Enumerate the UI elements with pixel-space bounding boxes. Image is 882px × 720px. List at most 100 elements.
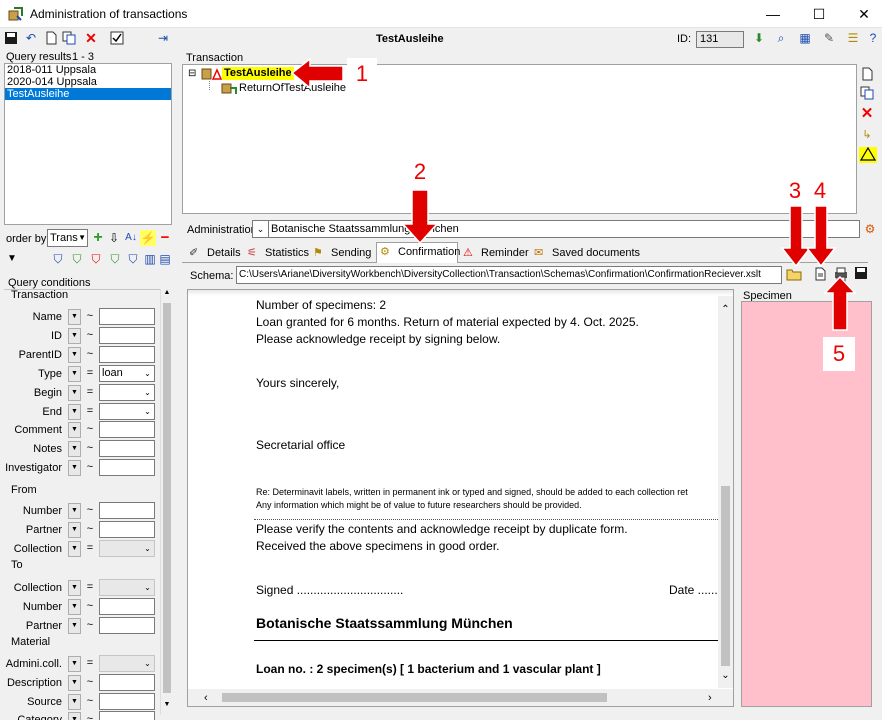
condition-operator-dropdown-from-collection[interactable]: ▼: [68, 541, 81, 557]
condition-operator-dropdown-from-partner[interactable]: ▼: [68, 522, 81, 538]
condition-operator-dropdown-begin[interactable]: ▼: [68, 385, 81, 401]
condition-operator-dropdown-description[interactable]: ▼: [68, 675, 81, 691]
warning-icon[interactable]: [859, 146, 877, 163]
hierarchy-icon[interactable]: ☰: [846, 31, 860, 45]
scroll-down-icon[interactable]: ▼: [161, 701, 173, 713]
tree-node-root[interactable]: TestAusleihe: [222, 67, 294, 80]
link-icon[interactable]: ⚙: [862, 221, 878, 237]
filter-remove-icon[interactable]: ⛉: [88, 251, 104, 267]
condition-input-notes[interactable]: [99, 440, 155, 457]
maximize-button[interactable]: ☐: [804, 4, 834, 24]
administration-field[interactable]: Botanische Staatssammlung München: [268, 220, 860, 238]
filter-down-icon[interactable]: ⇩: [106, 230, 122, 246]
transaction-tree[interactable]: ⊟ TestAusleihe ReturnOfTestAusleihe: [182, 64, 857, 214]
chevron-down-icon[interactable]: ⌄: [142, 541, 153, 556]
condition-operator-dropdown-category[interactable]: ▼: [68, 712, 81, 720]
condition-input-end[interactable]: ⌄: [99, 403, 155, 420]
copy-transaction-icon[interactable]: [859, 86, 875, 102]
help-icon[interactable]: ?: [866, 31, 880, 45]
scrollbar-thumb[interactable]: [222, 693, 607, 702]
new-document-icon[interactable]: [44, 31, 58, 45]
condition-input-comment[interactable]: [99, 421, 155, 438]
condition-input-to-partner[interactable]: [99, 617, 155, 634]
scrollbar-thumb[interactable]: [721, 486, 730, 666]
checkbox-icon[interactable]: [110, 31, 124, 45]
list-item[interactable]: 2020-014 Uppsala: [5, 76, 171, 88]
edit-icon[interactable]: ✎: [822, 31, 836, 45]
condition-input-parentid[interactable]: [99, 346, 155, 363]
remove-condition-icon[interactable]: −: [157, 230, 173, 246]
condition-operator-dropdown-type[interactable]: ▼: [68, 366, 81, 382]
columns-icon[interactable]: ▥: [142, 251, 158, 267]
schema-path-field[interactable]: C:\Users\Ariane\DiversityWorkbench\Diver…: [236, 266, 782, 284]
order-by-select[interactable]: Trans ▼: [47, 229, 88, 247]
condition-input-investigator[interactable]: [99, 459, 155, 476]
chevron-left-icon[interactable]: ‹: [204, 692, 208, 704]
condition-operator-dropdown-source[interactable]: ▼: [68, 694, 81, 710]
delete-transaction-icon[interactable]: ✕: [859, 106, 875, 122]
condition-operator-dropdown-comment[interactable]: ▼: [68, 422, 81, 438]
list-item[interactable]: TestAusleihe: [5, 88, 171, 100]
filter-add-icon[interactable]: ⛉: [69, 251, 85, 267]
add-condition-icon[interactable]: +: [90, 230, 106, 246]
save-document-icon[interactable]: [853, 266, 869, 282]
sort-az-icon[interactable]: A↓: [123, 230, 139, 246]
filter-next-icon[interactable]: ⛉: [125, 251, 141, 267]
download-icon[interactable]: ⬇: [752, 31, 766, 45]
condition-input-description[interactable]: [99, 674, 155, 691]
chevron-down-icon[interactable]: ⌄: [718, 670, 733, 684]
condition-operator-dropdown-from-number[interactable]: ▼: [68, 503, 81, 519]
condition-input-from-partner[interactable]: [99, 521, 155, 538]
save-icon[interactable]: [4, 31, 18, 45]
tree-node-child[interactable]: ReturnOfTestAusleihe: [239, 82, 346, 94]
import-icon[interactable]: ⇥: [156, 31, 170, 45]
chevron-down-icon[interactable]: ⌄: [142, 580, 153, 595]
runner-icon[interactable]: ⚡: [140, 230, 156, 246]
table-icon[interactable]: ▦: [798, 31, 812, 45]
filter-icon[interactable]: ⛉: [50, 251, 66, 267]
chevron-down-icon[interactable]: ⌄: [142, 366, 153, 381]
condition-operator-dropdown-name[interactable]: ▼: [68, 309, 81, 325]
condition-input-source[interactable]: [99, 693, 155, 710]
close-button[interactable]: ✕: [849, 4, 879, 24]
condition-operator-dropdown-notes[interactable]: ▼: [68, 441, 81, 457]
filter-forward-icon[interactable]: ⛉: [107, 251, 123, 267]
condition-input-begin[interactable]: ⌄: [99, 384, 155, 401]
condition-operator-dropdown-investigator[interactable]: ▼: [68, 460, 81, 476]
scrollbar-thumb[interactable]: [163, 303, 171, 693]
condition-operator-dropdown-to-partner[interactable]: ▼: [68, 618, 81, 634]
condition-operator-dropdown-to-number[interactable]: ▼: [68, 599, 81, 615]
condition-input-to-number[interactable]: [99, 598, 155, 615]
tab-details[interactable]: ✐ Details: [186, 244, 241, 262]
list-view-icon[interactable]: ▤: [157, 251, 173, 267]
condition-operator-dropdown-to-collection[interactable]: ▼: [68, 580, 81, 596]
undo-icon[interactable]: ↶: [24, 31, 38, 45]
scroll-up-icon[interactable]: ▲: [161, 289, 173, 301]
document-scrollbar-vertical[interactable]: ⌃ ⌄: [718, 296, 733, 688]
tab-sending[interactable]: ⚑ Sending: [310, 244, 371, 262]
id-field[interactable]: 131: [696, 31, 744, 48]
condition-input-admin-coll[interactable]: ⌄: [99, 655, 155, 672]
condition-input-name[interactable]: [99, 308, 155, 325]
minimize-button[interactable]: —: [758, 4, 788, 24]
condition-input-to-collection[interactable]: ⌄: [99, 579, 155, 596]
query-conditions-scrollbar[interactable]: ▲ ▼: [160, 289, 173, 715]
condition-operator-dropdown-id[interactable]: ▼: [68, 328, 81, 344]
document-scrollbar-horizontal[interactable]: ‹ ›: [188, 689, 733, 706]
chevron-down-icon[interactable]: ⌄: [142, 385, 153, 400]
dropdown-arrow-icon[interactable]: ▼: [4, 251, 20, 267]
chevron-down-icon[interactable]: ⌄: [142, 656, 153, 671]
tab-reminder[interactable]: ⚠ Reminder: [460, 244, 529, 262]
condition-operator-dropdown-end[interactable]: ▼: [68, 404, 81, 420]
document-preview-icon[interactable]: [812, 267, 828, 283]
new-icon[interactable]: [859, 67, 875, 83]
document-preview[interactable]: [187, 289, 734, 707]
condition-input-from-collection[interactable]: ⌄: [99, 540, 155, 557]
condition-operator-dropdown-parentid[interactable]: ▼: [68, 347, 81, 363]
chevron-right-icon[interactable]: ›: [708, 692, 712, 704]
administration-dropdown[interactable]: ⌄: [252, 220, 269, 238]
condition-input-id[interactable]: [99, 327, 155, 344]
print-icon[interactable]: [833, 266, 849, 282]
condition-input-type[interactable]: loan ⌄: [99, 365, 155, 382]
delete-icon[interactable]: ✕: [84, 31, 98, 45]
